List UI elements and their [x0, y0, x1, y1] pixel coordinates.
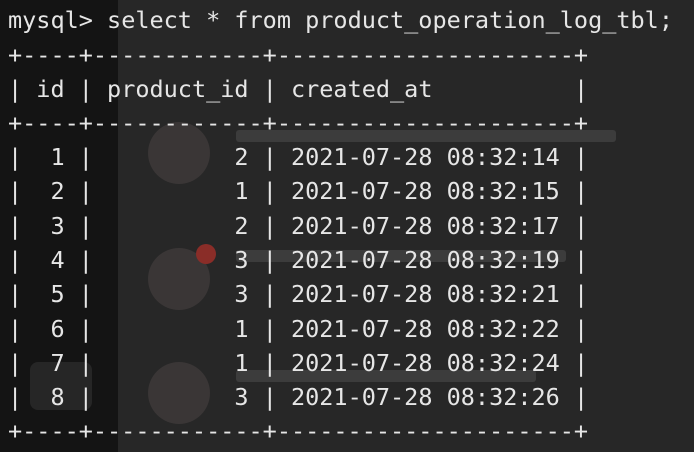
table-cell: 3	[92, 245, 263, 274]
table-border: +----+------------+---------------------…	[8, 41, 589, 69]
table-cell: 2	[92, 143, 263, 171]
table-cell: 2021-07-28 08:32:17	[276, 211, 574, 240]
table-cell: 2021-07-28 08:32:22	[276, 314, 574, 343]
table-cell: 2021-07-28 08:32:14	[276, 143, 574, 171]
table-row: | 6 | 1 | 2021-07-28 08:32:22 |	[8, 314, 589, 343]
table-cell: 2	[22, 177, 79, 206]
table-row: | 3 | 2 | 2021-07-28 08:32:17 |	[8, 211, 589, 240]
table-row: | 1 | 2 | 2021-07-28 08:32:14 |	[8, 143, 589, 171]
table-cell: 2021-07-28 08:32:19	[276, 245, 574, 274]
table-cell: 2	[92, 211, 263, 240]
prompt: mysql>	[8, 6, 108, 34]
table-row: | 4 | 3 | 2021-07-28 08:32:19 |	[8, 245, 589, 274]
table-cell: 3	[92, 280, 263, 309]
command-line: mysql> select * from product_operation_l…	[8, 3, 673, 37]
table-cell: 2021-07-28 08:32:24	[276, 348, 574, 377]
table-cell: 4	[22, 245, 79, 274]
column-header: created_at	[276, 75, 574, 103]
terminal-window[interactable]: mysql> select * from product_operation_l…	[0, 0, 694, 452]
table-cell: 7	[22, 348, 79, 377]
table-cell: 8	[22, 383, 79, 412]
table-row: | 7 | 1 | 2021-07-28 08:32:24 |	[8, 348, 589, 377]
table-cell: 3	[92, 383, 263, 412]
column-header: product_id	[92, 75, 263, 103]
command-text: select * from product_operation_log_tbl;	[107, 6, 673, 34]
table-cell: 2021-07-28 08:32:15	[276, 177, 574, 206]
table-header: | id | product_id | created_at |	[8, 75, 589, 103]
table-cell: 2021-07-28 08:32:26	[276, 383, 574, 412]
terminal-output: mysql> select * from product_operation_l…	[0, 0, 694, 452]
table-cell: 1	[92, 177, 263, 206]
table-cell: 2021-07-28 08:32:21	[276, 280, 574, 309]
table-cell: 3	[22, 211, 79, 240]
table-cell: 6	[22, 314, 79, 343]
table-border: +----+------------+---------------------…	[8, 109, 589, 137]
table-cell: 1	[22, 143, 79, 171]
table-row: | 2 | 1 | 2021-07-28 08:32:15 |	[8, 177, 589, 206]
table-row: | 5 | 3 | 2021-07-28 08:32:21 |	[8, 280, 589, 309]
table-cell: 1	[92, 348, 263, 377]
table-border: +----+------------+---------------------…	[8, 417, 589, 446]
column-header: id	[22, 75, 79, 103]
table-row: | 8 | 3 | 2021-07-28 08:32:26 |	[8, 383, 589, 412]
table-cell: 1	[92, 314, 263, 343]
table-cell: 5	[22, 280, 79, 309]
